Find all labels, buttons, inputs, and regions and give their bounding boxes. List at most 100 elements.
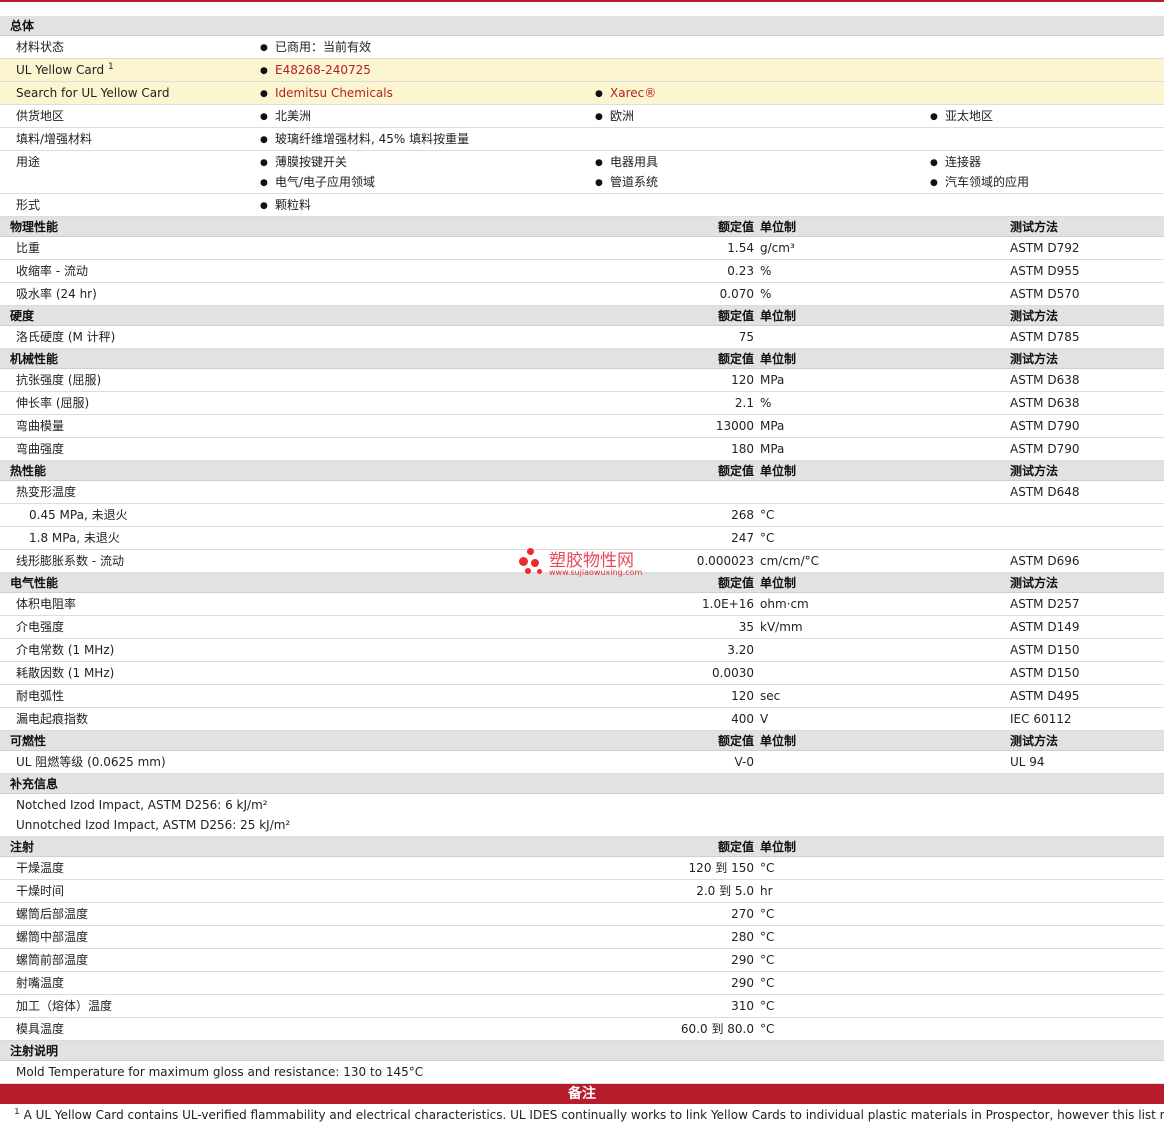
unit-value: °C xyxy=(760,999,775,1013)
unit-value: °C xyxy=(760,930,775,944)
unit-value: °C xyxy=(760,861,775,875)
list-item: 电气/电子应用领域 xyxy=(260,175,375,190)
unit-value: MPa xyxy=(760,419,785,433)
table-row: 比重 1.54 g/cm³ ASTM D792 xyxy=(0,237,1164,260)
test-method: UL 94 xyxy=(1010,755,1045,769)
nominal-value: 310 xyxy=(731,999,754,1013)
section-header-mechanical: 机械性能 额定值 单位制 测试方法 xyxy=(0,349,1164,369)
list-item: 北美洲 xyxy=(260,109,311,124)
nominal-value: 0.23 xyxy=(727,264,754,278)
row-label: 螺筒后部温度 xyxy=(16,907,89,921)
ul-card-link[interactable]: E48268-240725 xyxy=(260,63,371,78)
row-label: 1.8 MPa, 未退火 xyxy=(29,531,120,545)
section-header-physical: 物理性能 额定值 单位制 测试方法 xyxy=(0,217,1164,237)
nominal-value: 280 xyxy=(731,930,754,944)
nominal-value: 0.070 xyxy=(719,287,754,301)
nominal-value: 180 xyxy=(731,442,754,456)
table-row: 弯曲模量 13000 MPa ASTM D790 xyxy=(0,415,1164,438)
test-method: ASTM D955 xyxy=(1010,264,1080,278)
col-header-unit: 单位制 xyxy=(760,220,797,234)
nominal-value: 0.000023 xyxy=(696,554,754,568)
nominal-value: 35 xyxy=(738,620,754,634)
unit-value: °C xyxy=(760,953,775,967)
col-header-method: 测试方法 xyxy=(1010,576,1059,590)
section-title: 补充信息 xyxy=(10,777,59,791)
list-item: 玻璃纤维增强材料, 45% 填料按重量 xyxy=(260,132,469,147)
table-row: 介电强度 35 kV/mm ASTM D149 xyxy=(0,616,1164,639)
table-row: 干燥时间 2.0 到 5.0 hr xyxy=(0,880,1164,903)
nominal-value: 3.20 xyxy=(727,643,754,657)
row-label: 吸水率 (24 hr) xyxy=(16,287,97,301)
test-method: ASTM D495 xyxy=(1010,689,1080,703)
test-method: ASTM D792 xyxy=(1010,241,1080,255)
idemitsu-link[interactable]: Idemitsu Chemicals xyxy=(260,86,393,101)
col-header-method: 测试方法 xyxy=(1010,309,1059,323)
unit-value: sec xyxy=(760,689,781,703)
nominal-value: 2.0 到 5.0 xyxy=(696,884,754,898)
row-label: 弯曲强度 xyxy=(16,442,65,456)
test-method: ASTM D150 xyxy=(1010,643,1080,657)
nominal-value: 1.54 xyxy=(727,241,754,255)
table-row: 0.45 MPa, 未退火 268 °C xyxy=(0,504,1164,527)
table-row: 洛氏硬度 (M 计秤) 75 ASTM D785 xyxy=(0,326,1164,349)
col-header-unit: 单位制 xyxy=(760,734,797,748)
row-form: 形式 颗粒料 xyxy=(0,194,1164,217)
nominal-value: 120 到 150 xyxy=(688,861,754,875)
section-title: 硬度 xyxy=(10,309,35,323)
unit-value: g/cm³ xyxy=(760,241,795,255)
section-title: 热性能 xyxy=(10,464,47,478)
col-header-unit: 单位制 xyxy=(760,576,797,590)
test-method: ASTM D785 xyxy=(1010,330,1080,344)
table-row: 耗散因数 (1 MHz) 0.0030 ASTM D150 xyxy=(0,662,1164,685)
list-item: 汽车领域的应用 xyxy=(930,175,1029,190)
row-uses: 用途 薄膜按键开关 电器用具 连接器 电气/电子应用领域 管道系统 汽车领域的应… xyxy=(0,151,1164,194)
xarec-link[interactable]: Xarec® xyxy=(595,86,656,101)
row-label: 0.45 MPa, 未退火 xyxy=(29,508,128,522)
unit-value: cm/cm/°C xyxy=(760,554,820,568)
table-row: 收缩率 - 流动 0.23% ASTM D955 xyxy=(0,260,1164,283)
section-title: 注射说明 xyxy=(10,1044,59,1058)
row-label: 弯曲模量 xyxy=(16,419,65,433)
test-method: ASTM D638 xyxy=(1010,396,1080,410)
test-method: ASTM D790 xyxy=(1010,419,1080,433)
test-method: ASTM D648 xyxy=(1010,485,1080,499)
nominal-value: 270 xyxy=(731,907,754,921)
row-label: 螺筒中部温度 xyxy=(16,930,89,944)
unit-value: kV/mm xyxy=(760,620,803,634)
unit-value: % xyxy=(760,396,772,410)
unit-value: MPa xyxy=(760,373,785,387)
row-label: 耗散因数 (1 MHz) xyxy=(16,666,115,680)
table-row: 加工（熔体）温度 310 °C xyxy=(0,995,1164,1018)
row-label: 热变形温度 xyxy=(16,485,77,499)
col-header-nominal: 额定值 xyxy=(717,309,754,323)
table-row: 螺筒前部温度 290 °C xyxy=(0,949,1164,972)
table-row: UL 阻燃等级 (0.0625 mm) V-0 UL 94 xyxy=(0,751,1164,774)
list-item: 连接器 xyxy=(930,155,981,170)
col-header-method: 测试方法 xyxy=(1010,352,1059,366)
row-label: 用途 xyxy=(16,155,41,169)
row-material-status: 材料状态 已商用：当前有效 xyxy=(0,36,1164,59)
row-label: 供货地区 xyxy=(16,109,65,123)
row-label: 收缩率 - 流动 xyxy=(16,264,88,278)
row-label: UL Yellow Card 1 xyxy=(16,62,114,78)
list-item: 亚太地区 xyxy=(930,109,993,124)
row-label: 比重 xyxy=(16,241,41,255)
col-header-unit: 单位制 xyxy=(760,309,797,323)
row-ul-yellow-card: UL Yellow Card 1 E48268-240725 xyxy=(0,59,1164,82)
section-title: 电气性能 xyxy=(10,576,59,590)
row-label: 介电常数 (1 MHz) xyxy=(16,643,115,657)
nominal-value: 75 xyxy=(738,330,754,344)
row-label: 漏电起痕指数 xyxy=(16,712,89,726)
table-row: 模具温度 60.0 到 80.0 °C xyxy=(0,1018,1164,1041)
row-supply-region: 供货地区 北美洲 欧洲 亚太地区 xyxy=(0,105,1164,128)
list-item: 管道系统 xyxy=(595,175,658,190)
col-header-unit: 单位制 xyxy=(760,464,797,478)
table-row: 伸长率 (屈服) 2.1% ASTM D638 xyxy=(0,392,1164,415)
unit-value: °C xyxy=(760,531,775,545)
section-header-hardness: 硬度 额定值 单位制 测试方法 xyxy=(0,306,1164,326)
col-header-nominal: 额定值 xyxy=(717,220,754,234)
unit-value: % xyxy=(760,287,772,301)
top-accent-line xyxy=(0,0,1164,2)
row-label: 螺筒前部温度 xyxy=(16,953,89,967)
nominal-value: 120 xyxy=(731,373,754,387)
